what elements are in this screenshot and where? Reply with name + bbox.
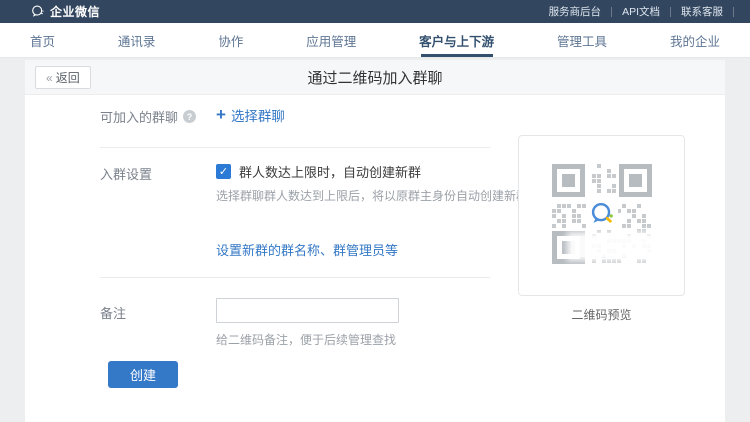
topbar-divider [611, 7, 612, 17]
nav-tab-app-management[interactable]: 应用管理 [300, 23, 362, 57]
brand-name: 企业微信 [50, 3, 100, 20]
create-button[interactable]: 创建 [108, 361, 178, 388]
join-settings-label: 入群设置 [100, 164, 152, 183]
topbar-divider [733, 7, 734, 17]
select-group-chat-link[interactable]: + 选择群聊 [216, 105, 285, 125]
remark-label: 备注 [100, 303, 126, 322]
new-group-settings-link[interactable]: 设置新群的群名称、群管理员等 [216, 240, 398, 259]
nav-tab-collaboration[interactable]: 协作 [212, 23, 249, 57]
joinable-group-label: 可加入的群聊 ? [100, 107, 196, 126]
content-panel: « 返回 通过二维码加入群聊 可加入的群聊 ? + 选择群聊 入群设置 ✓ 群人… [25, 60, 725, 422]
nav-tab-contacts[interactable]: 通讯录 [112, 23, 162, 57]
topbar-links: 服务商后台 API文档 联系客服 [547, 0, 742, 23]
auto-create-group-checkbox[interactable]: ✓ [216, 164, 231, 179]
auto-create-group-checkbox-label: 群人数达上限时，自动创建新群 [239, 162, 421, 181]
topbar: 企业微信 服务商后台 API文档 联系客服 [0, 0, 750, 23]
qr-preview-caption: 二维码预览 [518, 306, 685, 323]
info-icon[interactable]: ? [183, 110, 196, 123]
section-divider [100, 277, 490, 278]
back-label: 返回 [56, 69, 80, 86]
wechat-work-logo-icon [30, 4, 45, 19]
back-button[interactable]: « 返回 [35, 66, 91, 89]
wechat-work-qr-center-logo-icon [586, 198, 618, 230]
auto-create-group-option: ✓ 群人数达上限时，自动创建新群 [216, 162, 421, 181]
toplink-service-provider-console[interactable]: 服务商后台 [547, 4, 604, 19]
nav-tab-home[interactable]: 首页 [24, 23, 61, 57]
toplink-api-docs[interactable]: API文档 [620, 4, 662, 19]
brand[interactable]: 企业微信 [30, 3, 100, 20]
topbar-divider [670, 7, 671, 17]
remark-helper-text: 给二维码备注，便于后续管理查找 [216, 331, 396, 348]
remark-input[interactable] [216, 298, 399, 323]
panel-header [25, 60, 725, 95]
auto-create-group-helper-text: 选择群聊群人数达到上限后，将以原群主身份自动创建新群 [216, 187, 528, 204]
main-nav: 首页 通讯录 协作 应用管理 客户与上下游 管理工具 我的企业 [0, 23, 750, 58]
plus-icon: + [216, 108, 226, 122]
toplink-contact-support[interactable]: 联系客服 [679, 4, 725, 19]
qr-masked-group-name [571, 236, 663, 257]
qr-preview-box [518, 135, 685, 296]
back-chevrons-icon: « [46, 71, 53, 85]
nav-tab-management-tools[interactable]: 管理工具 [551, 23, 613, 57]
section-divider [100, 147, 490, 148]
nav-tab-my-company[interactable]: 我的企业 [664, 23, 726, 57]
nav-tab-customers-upstream-downstream[interactable]: 客户与上下游 [413, 23, 500, 57]
